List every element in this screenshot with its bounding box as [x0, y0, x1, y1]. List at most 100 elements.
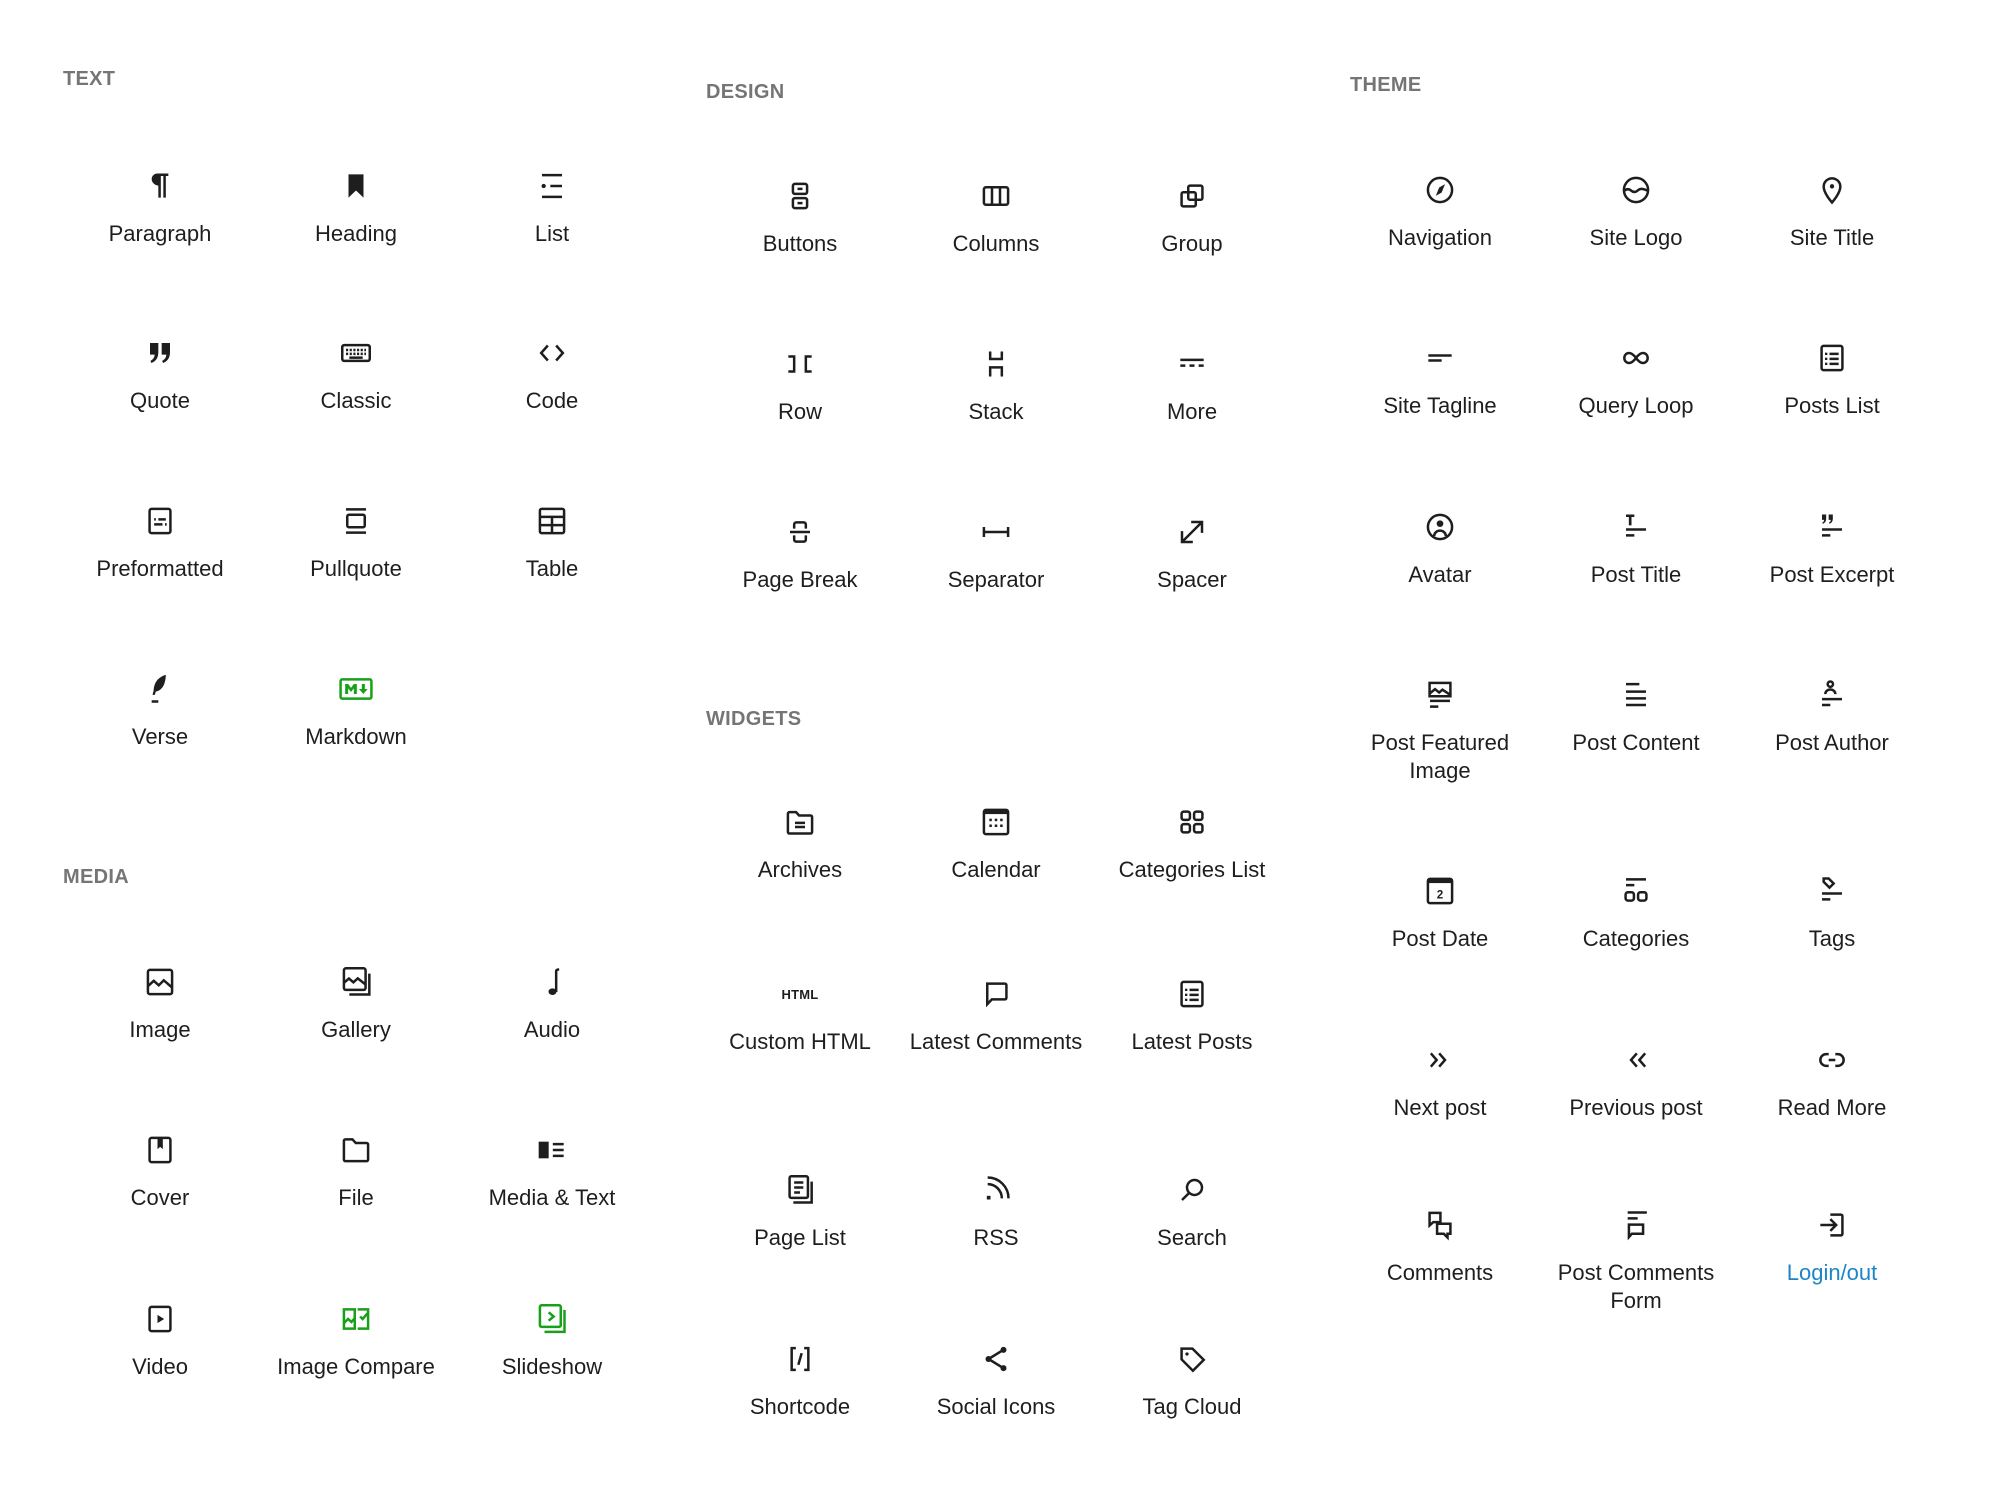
next-icon — [1420, 1040, 1460, 1080]
block-classic[interactable]: Classic — [261, 333, 451, 483]
preformatted-icon — [140, 501, 180, 541]
block-row[interactable]: Row — [705, 344, 895, 494]
block-post-title[interactable]: Post Title — [1541, 507, 1731, 657]
image-icon — [140, 962, 180, 1002]
block-label: Post Author — [1775, 730, 1889, 755]
block-login-out[interactable]: Login/out — [1737, 1205, 1927, 1355]
block-stack[interactable]: Stack — [901, 344, 1091, 494]
folder-icon — [336, 1130, 376, 1170]
block-list[interactable]: List — [457, 166, 647, 316]
block-label: Site Title — [1789, 225, 1875, 250]
block-label: Separator — [947, 567, 1045, 592]
section-title-text: TEXT — [63, 68, 116, 90]
block-label: Avatar — [1408, 562, 1472, 587]
block-image[interactable]: Image — [65, 962, 255, 1112]
block-post-featured-image[interactable]: Post Featured Image — [1345, 675, 1535, 825]
image-compare-icon — [336, 1299, 376, 1339]
block-label: Tag Cloud — [1142, 1394, 1242, 1419]
block-page-list[interactable]: Page List — [705, 1170, 895, 1320]
block-site-tagline[interactable]: Site Tagline — [1345, 338, 1535, 488]
block-custom-html[interactable]: HTML Custom HTML — [705, 974, 895, 1124]
block-label: Gallery — [321, 1017, 391, 1042]
block-media-and-text[interactable]: Media & Text — [457, 1130, 647, 1280]
shortcode-icon — [780, 1339, 820, 1379]
separator-icon — [976, 512, 1016, 552]
block-image-compare[interactable]: Image Compare — [261, 1299, 451, 1449]
block-post-excerpt[interactable]: Post Excerpt — [1737, 507, 1927, 657]
block-previous-post[interactable]: Previous post — [1541, 1040, 1731, 1190]
block-preformatted[interactable]: Preformatted — [65, 501, 255, 651]
slideshow-icon — [532, 1299, 572, 1339]
block-paragraph[interactable]: Paragraph — [65, 166, 255, 316]
block-more[interactable]: More — [1097, 344, 1287, 494]
block-post-author[interactable]: Post Author — [1737, 675, 1927, 825]
html-icon: HTML — [780, 974, 820, 1014]
block-calendar[interactable]: Calendar — [901, 802, 1091, 952]
block-label: File — [338, 1185, 374, 1210]
block-tag-cloud[interactable]: Tag Cloud — [1097, 1339, 1287, 1489]
block-latest-posts[interactable]: Latest Posts — [1097, 974, 1287, 1124]
more-icon — [1172, 344, 1212, 384]
block-markdown[interactable]: Markdown — [261, 669, 451, 819]
block-comments[interactable]: Comments — [1345, 1205, 1535, 1355]
block-label: RSS — [973, 1225, 1019, 1250]
post-list-icon — [1812, 338, 1852, 378]
block-slideshow[interactable]: Slideshow — [457, 1299, 647, 1449]
block-label: Post Comments Form — [1557, 1260, 1715, 1313]
block-query-loop[interactable]: Query Loop — [1541, 338, 1731, 488]
block-read-more[interactable]: Read More — [1737, 1040, 1927, 1190]
block-label: Spacer — [1157, 567, 1227, 592]
block-spacer[interactable]: Spacer — [1097, 512, 1287, 662]
block-cover[interactable]: Cover — [65, 1130, 255, 1280]
block-social-icons[interactable]: Social Icons — [901, 1339, 1091, 1489]
block-gallery[interactable]: Gallery — [261, 962, 451, 1112]
block-group[interactable]: Group — [1097, 176, 1287, 326]
block-label: Archives — [757, 857, 843, 882]
block-pullquote[interactable]: Pullquote — [261, 501, 451, 651]
block-site-title[interactable]: Site Title — [1737, 170, 1927, 320]
search-icon — [1172, 1170, 1212, 1210]
block-buttons[interactable]: Buttons — [705, 176, 895, 326]
block-code[interactable]: Code — [457, 333, 647, 483]
block-posts-list[interactable]: Posts List — [1737, 338, 1927, 488]
block-video[interactable]: Video — [65, 1299, 255, 1449]
block-categories-list[interactable]: Categories List — [1097, 802, 1287, 952]
block-shortcode[interactable]: Shortcode — [705, 1339, 895, 1489]
block-navigation[interactable]: Navigation — [1345, 170, 1535, 320]
block-heading[interactable]: Heading — [261, 166, 451, 316]
gallery-icon — [336, 962, 376, 1002]
block-quote[interactable]: Quote — [65, 333, 255, 483]
block-columns[interactable]: Columns — [901, 176, 1091, 326]
block-table[interactable]: Table — [457, 501, 647, 651]
block-latest-comments[interactable]: Latest Comments — [901, 974, 1091, 1124]
block-verse[interactable]: Verse — [65, 669, 255, 819]
block-label: Post Date — [1391, 926, 1489, 951]
block-avatar[interactable]: Avatar — [1345, 507, 1535, 657]
block-separator[interactable]: Separator — [901, 512, 1091, 662]
block-post-content[interactable]: Post Content — [1541, 675, 1731, 825]
buttons-icon — [780, 176, 820, 216]
block-label: Post Featured Image — [1370, 730, 1510, 783]
block-label: Stack — [968, 399, 1024, 424]
block-label: Social Icons — [936, 1394, 1056, 1419]
link-icon — [1812, 1040, 1852, 1080]
block-archives[interactable]: Archives — [705, 802, 895, 952]
block-rss[interactable]: RSS — [901, 1170, 1091, 1320]
block-site-logo[interactable]: Site Logo — [1541, 170, 1731, 320]
block-audio[interactable]: Audio — [457, 962, 647, 1112]
block-page-break[interactable]: Page Break — [705, 512, 895, 662]
block-label: Columns — [952, 231, 1040, 256]
block-label: Search — [1157, 1225, 1227, 1250]
login-icon — [1812, 1205, 1852, 1245]
block-next-post[interactable]: Next post — [1345, 1040, 1535, 1190]
block-tags[interactable]: Tags — [1737, 871, 1927, 1021]
block-search[interactable]: Search — [1097, 1170, 1287, 1320]
block-file[interactable]: File — [261, 1130, 451, 1280]
section-title-design: DESIGN — [706, 81, 785, 103]
block-categories[interactable]: Categories — [1541, 871, 1731, 1021]
block-label: Site Logo — [1589, 225, 1683, 250]
block-post-date[interactable]: 2 Post Date — [1345, 871, 1535, 1021]
block-post-comments-form[interactable]: Post Comments Form — [1541, 1205, 1731, 1355]
html-glyph: HTML — [781, 986, 819, 1002]
block-label: Pullquote — [310, 556, 402, 581]
